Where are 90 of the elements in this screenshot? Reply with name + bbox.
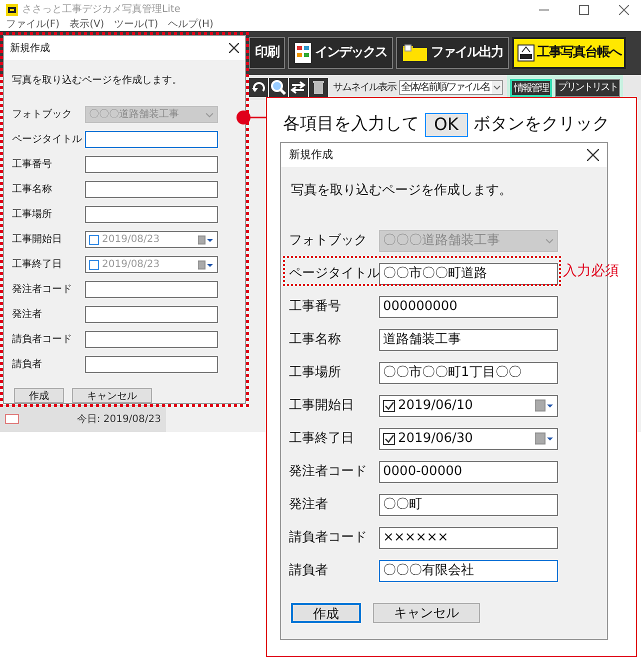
field-label: 発注者 [289, 496, 329, 514]
field-label: 工事開始日 [12, 232, 63, 247]
checkbox[interactable] [383, 400, 395, 412]
field-label: 請負者コード [289, 528, 368, 547]
thumbnail-label: サムネイル表示 [333, 80, 396, 95]
dialog-title: 新規作成 [10, 42, 50, 56]
maximize-icon[interactable] [579, 4, 589, 14]
close-icon[interactable] [229, 43, 239, 53]
field-label: 工事開始日 [289, 396, 355, 415]
text-field[interactable]: ×××××× [379, 526, 558, 548]
text-field[interactable] [85, 306, 218, 323]
instruction-text: ボタンをクリック [474, 113, 610, 136]
dialog-message: 写真を取り込むページを作成します。 [12, 74, 183, 88]
calendar-icon[interactable] [198, 234, 214, 244]
chevron-icon [545, 236, 554, 245]
chevron-icon [492, 81, 502, 94]
document-icon [294, 42, 312, 64]
field-label: 請負者 [12, 358, 43, 372]
window-title: ささっと工事デジカメ写真管理Lite [22, 2, 180, 17]
field-label: 発注者 [12, 308, 43, 322]
field-label: 請負者コード [12, 332, 73, 347]
field-label: ページタイトル [289, 264, 379, 283]
thumbnail-select[interactable]: 全体/名前順/ファイル名 [399, 80, 503, 95]
dialog-button[interactable]: 作成 [14, 388, 64, 403]
close-icon[interactable] [587, 149, 599, 161]
field-label: 発注者コード [12, 282, 73, 297]
text-field[interactable]: 道路舗装工事 [379, 328, 558, 350]
color-swatch [5, 414, 19, 424]
calendar-icon[interactable] [535, 432, 554, 445]
field-label: 請負者 [289, 562, 329, 580]
menu-item[interactable]: ツール(T) [114, 19, 158, 31]
toolbar-button[interactable]: 工事写真台帳へ [512, 37, 626, 69]
field-label: 工事名称 [12, 182, 53, 197]
calendar-icon[interactable] [198, 260, 214, 270]
date-field[interactable]: 2019/06/10 [379, 394, 558, 416]
today-date: 今日: 2019/08/23 [76, 412, 161, 426]
dialog-title: 新規作成 [289, 146, 333, 163]
menu-item[interactable]: 表示(V) [70, 19, 104, 31]
text-field[interactable]: 〇〇〇有限会社 [379, 560, 558, 582]
dialog-button[interactable]: キャンセル [72, 388, 152, 403]
field-label: 工事場所 [12, 208, 53, 222]
calendar-icon[interactable] [535, 399, 554, 412]
text-field[interactable] [85, 181, 218, 198]
ok-key: OK [425, 112, 468, 137]
field-label: フォトブック [289, 232, 368, 250]
trash-icon[interactable] [309, 78, 328, 97]
toolbar-button[interactable]: 印刷 [249, 37, 285, 69]
folder-icon [402, 44, 428, 62]
search-icon[interactable] [269, 78, 288, 97]
date-field[interactable]: 2019/06/30 [379, 428, 558, 450]
checkbox[interactable] [89, 260, 99, 270]
toolbar-button[interactable]: インデックス [288, 37, 393, 69]
field-label: 発注者コード [289, 462, 368, 481]
app-logo-icon [6, 4, 18, 16]
text-field[interactable] [85, 356, 218, 373]
field-label: フォトブック [12, 108, 73, 122]
checkbox[interactable] [89, 234, 99, 244]
text-field[interactable] [85, 281, 218, 298]
checkbox[interactable] [383, 432, 395, 444]
ledger-icon [517, 44, 535, 62]
dialog-button[interactable]: 作成 [291, 602, 361, 622]
field-label: 工事終了日 [289, 430, 355, 448]
text-field[interactable]: 〇〇市〇〇町1丁目〇〇 [379, 362, 558, 384]
menu-item[interactable]: ヘルプ(H) [168, 19, 214, 31]
dialog-message: 写真を取り込むページを作成します。 [291, 182, 513, 200]
field-label: ページタイトル [12, 133, 83, 147]
required-note: 入力必須 [563, 262, 619, 281]
text-field[interactable]: 0000-00000 [379, 460, 558, 482]
field-label: 工事名称 [289, 330, 342, 349]
text-field[interactable] [85, 331, 218, 348]
side-tab[interactable]: プリントリスト [554, 78, 620, 96]
text-field[interactable]: 〇〇市〇〇町道路 [379, 262, 558, 284]
text-field[interactable] [85, 156, 218, 173]
side-tab[interactable]: 情報管理 [510, 78, 552, 96]
rotate-icon[interactable] [249, 78, 268, 97]
instruction-text: 各項目を入力して [283, 113, 419, 136]
text-field[interactable]: 〇〇町 [379, 494, 558, 516]
text-field[interactable]: 000000000 [379, 296, 558, 318]
field-label: 工事場所 [289, 364, 342, 382]
toolbar-button[interactable]: ファイル出力 [396, 37, 509, 69]
close-icon[interactable] [619, 4, 629, 14]
menu-item[interactable]: ファイル(F) [6, 19, 60, 31]
dialog-button[interactable]: キャンセル [373, 602, 480, 622]
field-label: 工事番号 [289, 298, 342, 316]
chevron-icon [205, 110, 214, 119]
swap-icon[interactable] [289, 78, 308, 97]
text-field[interactable] [85, 206, 218, 223]
text-field[interactable] [85, 131, 218, 148]
field-label: 工事終了日 [12, 258, 63, 272]
field-label: 工事番号 [12, 158, 53, 172]
